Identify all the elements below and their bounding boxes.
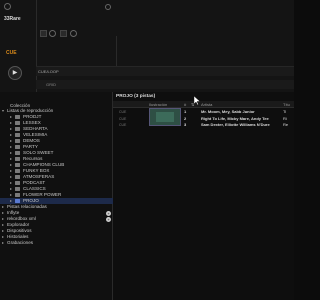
grid-label: GRID [46, 82, 56, 87]
cue-indicator: CUE [119, 110, 127, 114]
sidebar-item-label: SEDHARTA [23, 126, 48, 131]
track-number: 2 [184, 115, 187, 121]
menu-icon[interactable] [4, 3, 11, 10]
sidebar-item-label: SOLO SWEET [23, 150, 54, 155]
track-title: Ri [283, 115, 287, 121]
cue-indicator: CUE [119, 123, 127, 127]
track-title: Ti [283, 109, 287, 114]
folder-icon [15, 127, 20, 131]
folder-icon [15, 193, 20, 197]
play-button[interactable]: ▶ [8, 66, 22, 80]
cueloop-bar[interactable]: CUE/LOOP [36, 66, 294, 76]
track-artist: Mr. Moom, Mey, Sabb Junior [201, 109, 255, 114]
circle-icon[interactable] [105, 4, 111, 10]
column-header-artist[interactable]: Artista [201, 102, 212, 107]
folder-icon [15, 187, 20, 191]
sidebar-item-label: FLOWER POWER [23, 192, 62, 197]
add-icon[interactable]: + [106, 210, 111, 216]
playlist-icon [15, 199, 20, 203]
sidebar-item-label: VELESIMIA [23, 132, 48, 137]
sidebar-item-label: PROJO [23, 198, 39, 203]
sidebar-item-label: CLASSICS [23, 186, 46, 191]
folder-icon [15, 181, 20, 185]
app-logo: 33Rare [4, 16, 21, 22]
sidebar-item-label: Historiales [7, 234, 29, 239]
sidebar-item-label: PODCAST [23, 180, 46, 185]
column-header-artwork[interactable]: Ilustración [149, 102, 167, 107]
playlist-title: PROJO (3 pistas) [116, 94, 156, 99]
sidebar-item-label: CHAMPIONS CLUB [23, 162, 65, 167]
sidebar-item-label: Grabaciones [7, 240, 34, 245]
sidebar-item-label: Dispositivos [7, 228, 32, 233]
track-row[interactable]: CUE 3 Sam Dexter, Elliotte Williams N'Dure… [113, 122, 294, 128]
sidebar-item-label: LESSEX [23, 120, 41, 125]
divider [36, 0, 37, 92]
sidebar-item-label: ATMOSFERAS [23, 174, 55, 179]
folder-icon [15, 151, 20, 155]
mouse-cursor-icon [194, 96, 200, 105]
folder-icon [15, 157, 20, 161]
loop-icon[interactable] [60, 30, 67, 37]
folder-icon [15, 139, 20, 143]
sidebar-item-label: Explorador [7, 222, 30, 227]
sidebar-item-label: FUNKY BOX [23, 168, 50, 173]
sidebar-item-label: Colección [10, 102, 31, 108]
sidebar-item-label: DEMOS [23, 138, 40, 143]
sidebar-item-label: PRODJT [23, 114, 42, 119]
sidebar-item-label: PARTY [23, 144, 38, 149]
divider [116, 36, 117, 66]
track-artist: Sam Dexter, Elliotte Williams N'Dure [201, 122, 270, 127]
sidebar-item[interactable]: ▸ Grabaciones [0, 240, 114, 246]
grid-icon[interactable] [40, 30, 47, 37]
cue-indicator: CUE [119, 116, 127, 121]
grid-bar[interactable]: GRID [36, 80, 294, 89]
column-header-title[interactable]: Títu [283, 102, 290, 107]
sidebar: Colección ▾ Listas de reproducción ▸ PRODJT ▸… [0, 92, 122, 300]
track-title: Re [283, 122, 289, 127]
track-list-panel: PROJO (3 pistas) Ilustración # ⇅ Artista… [113, 92, 294, 300]
deck-panel: 33Rare CUE ▶ CUE/LOOP GRID [0, 0, 294, 92]
folder-icon [15, 175, 20, 179]
folder-icon [15, 133, 20, 137]
sidebar-item-label: Listas de reproducción [7, 108, 54, 113]
sync-icon[interactable] [49, 30, 56, 37]
folder-icon [15, 121, 20, 125]
settings-icon[interactable] [70, 30, 77, 37]
track-artist: Right To Life, Micky Mare, Andy Tee [201, 115, 269, 121]
sidebar-item-label: rekordbox xml [7, 216, 36, 221]
column-header-number[interactable]: # [184, 102, 186, 107]
folder-icon [15, 115, 20, 119]
sidebar-item-label: Recursos [23, 156, 43, 161]
folder-icon [15, 145, 20, 149]
track-row[interactable]: CUE 2 Right To Life, Micky Mare, Andy Tee R… [113, 116, 294, 122]
add-icon[interactable]: + [106, 216, 111, 222]
sidebar-item-label: Pistas relacionadas [7, 204, 47, 209]
table-header: Ilustración # ⇅ Artista Títu [113, 101, 294, 108]
track-row[interactable]: CUE 1 Mr. Moom, Mey, Sabb Junior Ti [113, 109, 294, 115]
artwork-drag-thumbnail[interactable] [149, 108, 181, 126]
track-number: 1 [184, 109, 187, 114]
folder-icon [15, 163, 20, 167]
folder-icon [15, 169, 20, 173]
cueloop-label: CUE/LOOP [38, 69, 59, 74]
cue-button[interactable]: CUE [6, 50, 24, 58]
track-number: 3 [184, 122, 187, 127]
sidebar-item-label: Inflyte [7, 210, 20, 215]
